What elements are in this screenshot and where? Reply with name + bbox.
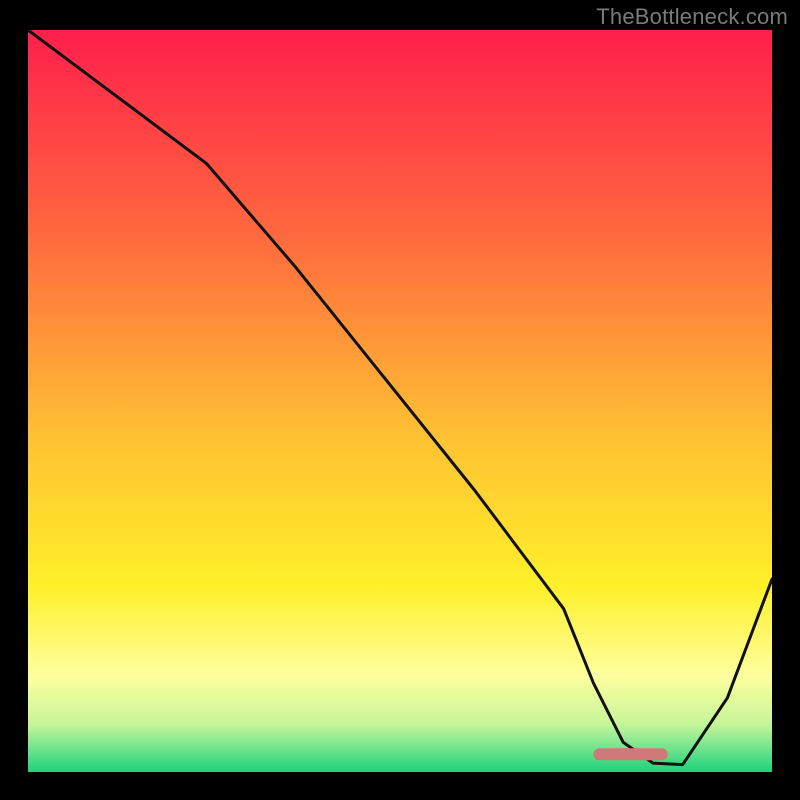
chart-plot-area [28, 30, 772, 772]
optimum-marker [593, 748, 667, 760]
watermark-text: TheBottleneck.com [596, 4, 788, 30]
chart-svg [28, 30, 772, 772]
chart-stage: TheBottleneck.com [0, 0, 800, 800]
gradient-background [28, 30, 772, 772]
